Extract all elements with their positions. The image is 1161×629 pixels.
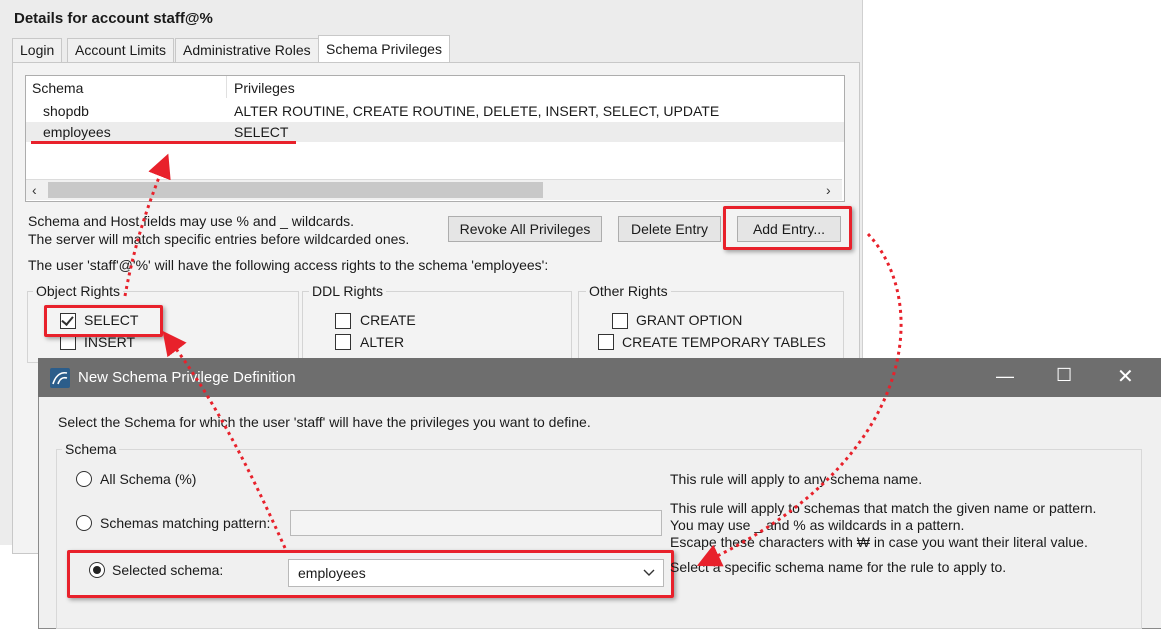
arrow-select-to-employees bbox=[123, 153, 171, 297]
arrow-add-entry-to-selected-schema bbox=[696, 232, 903, 567]
annotation-arrows bbox=[123, 153, 903, 567]
arrow-selected-schema-to-select bbox=[162, 330, 287, 549]
